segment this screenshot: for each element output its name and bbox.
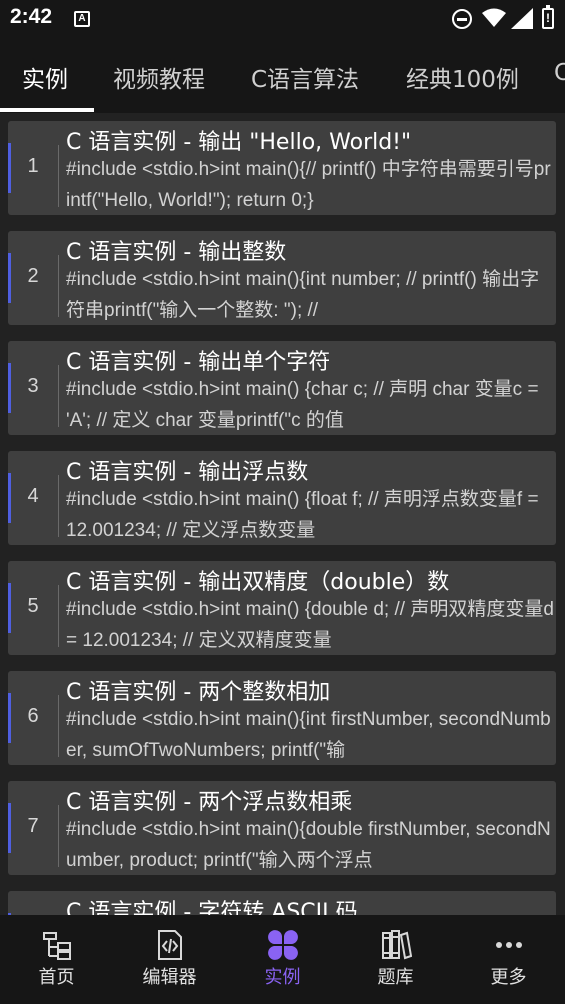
card-description: #include <stdio.h>int main() {float f; /… bbox=[66, 489, 539, 541]
example-card-2[interactable]: 2 C 语言实例 - 输出整数 #include <stdio.h>int ma… bbox=[8, 231, 556, 325]
example-list[interactable]: 1 C 语言实例 - 输出 "Hello, World!" #include <… bbox=[0, 113, 565, 915]
four-petal-icon bbox=[268, 930, 298, 960]
nav-editor[interactable]: 编辑器 bbox=[113, 915, 226, 1004]
nav-home-label: 首页 bbox=[38, 967, 75, 988]
card-number: 4 bbox=[27, 485, 39, 507]
card-title: C 语言实例 - 两个整数相加 bbox=[66, 680, 331, 705]
card-title: C 语言实例 - 输出 "Hello, World!" bbox=[66, 130, 412, 155]
battery-alert-icon bbox=[542, 5, 554, 29]
status-bar: 2:42 A bbox=[0, 0, 565, 38]
tab-examples[interactable]: 实例 bbox=[22, 60, 68, 94]
nav-examples[interactable]: 实例 bbox=[226, 915, 339, 1004]
card-title: C 语言实例 - 输出整数 bbox=[66, 240, 287, 265]
card-number: 7 bbox=[27, 815, 39, 837]
card-divider bbox=[58, 695, 59, 757]
example-card-1[interactable]: 1 C 语言实例 - 输出 "Hello, World!" #include <… bbox=[8, 121, 556, 215]
status-time: 2:42 bbox=[10, 5, 53, 28]
nav-editor-label: 编辑器 bbox=[142, 967, 197, 988]
card-description: #include <stdio.h>int main(){// printf()… bbox=[66, 159, 551, 211]
bottom-navigation: 首页 编辑器 实例 题库 更多 bbox=[0, 915, 565, 1004]
example-card-4[interactable]: 4 C 语言实例 - 输出浮点数 #include <stdio.h>int m… bbox=[8, 451, 556, 545]
card-description: #include <stdio.h>int main() {double d; … bbox=[66, 599, 554, 651]
card-description: #include <stdio.h>int main(){double firs… bbox=[66, 819, 551, 871]
card-divider bbox=[58, 145, 59, 207]
example-card-8[interactable]: 8 C 语言实例 - 字符转 ASCII 码 bbox=[8, 891, 556, 915]
card-number: 2 bbox=[27, 265, 39, 287]
tab-c-algorithms[interactable]: C语言算法 bbox=[251, 60, 359, 94]
active-tab-indicator bbox=[0, 108, 94, 112]
code-file-icon bbox=[158, 930, 182, 960]
example-card-7[interactable]: 7 C 语言实例 - 两个浮点数相乘 #include <stdio.h>int… bbox=[8, 781, 556, 875]
card-description: #include <stdio.h>int main() {char c; //… bbox=[66, 379, 539, 431]
card-title: C 语言实例 - 输出双精度（double）数 bbox=[66, 570, 450, 595]
nav-examples-label: 实例 bbox=[264, 967, 301, 988]
nav-question-bank[interactable]: 题库 bbox=[339, 915, 452, 1004]
example-card-3[interactable]: 3 C 语言实例 - 输出单个字符 #include <stdio.h>int … bbox=[8, 341, 556, 435]
card-divider bbox=[58, 585, 59, 647]
category-tab-bar: 实例 视频教程 C语言算法 经典100例 C bbox=[0, 38, 565, 113]
notification-a-icon: A bbox=[74, 11, 90, 27]
card-divider bbox=[58, 255, 59, 317]
nav-more[interactable]: 更多 bbox=[452, 915, 565, 1004]
card-number: 3 bbox=[27, 375, 39, 397]
more-dots-icon bbox=[496, 942, 522, 948]
card-description: #include <stdio.h>int main(){int firstNu… bbox=[66, 709, 551, 761]
books-icon bbox=[382, 930, 412, 960]
nav-more-label: 更多 bbox=[490, 967, 527, 988]
example-card-5[interactable]: 5 C 语言实例 - 输出双精度（double）数 #include <stdi… bbox=[8, 561, 556, 655]
example-card-6[interactable]: 6 C 语言实例 - 两个整数相加 #include <stdio.h>int … bbox=[8, 671, 556, 765]
tab-more-partial[interactable]: C bbox=[554, 60, 565, 86]
card-title: C 语言实例 - 两个浮点数相乘 bbox=[66, 790, 353, 815]
tab-classic-100[interactable]: 经典100例 bbox=[406, 60, 519, 94]
card-description: #include <stdio.h>int main(){int number;… bbox=[66, 269, 540, 321]
tab-video-tutorials[interactable]: 视频教程 bbox=[113, 60, 205, 94]
home-tree-icon bbox=[43, 932, 71, 960]
card-divider bbox=[58, 805, 59, 867]
card-title: C 语言实例 - 输出浮点数 bbox=[66, 460, 309, 485]
nav-question-bank-label: 题库 bbox=[377, 967, 414, 988]
card-number: 6 bbox=[27, 705, 39, 727]
card-divider bbox=[58, 365, 59, 427]
wifi-icon bbox=[482, 8, 506, 27]
card-number: 1 bbox=[27, 155, 39, 177]
nav-home[interactable]: 首页 bbox=[0, 915, 113, 1004]
card-title: C 语言实例 - 输出单个字符 bbox=[66, 350, 331, 375]
card-title: C 语言实例 - 字符转 ASCII 码 bbox=[66, 900, 358, 915]
card-divider bbox=[58, 475, 59, 537]
card-number: 5 bbox=[27, 595, 39, 617]
do-not-disturb-icon bbox=[452, 9, 472, 29]
signal-icon bbox=[511, 8, 533, 29]
